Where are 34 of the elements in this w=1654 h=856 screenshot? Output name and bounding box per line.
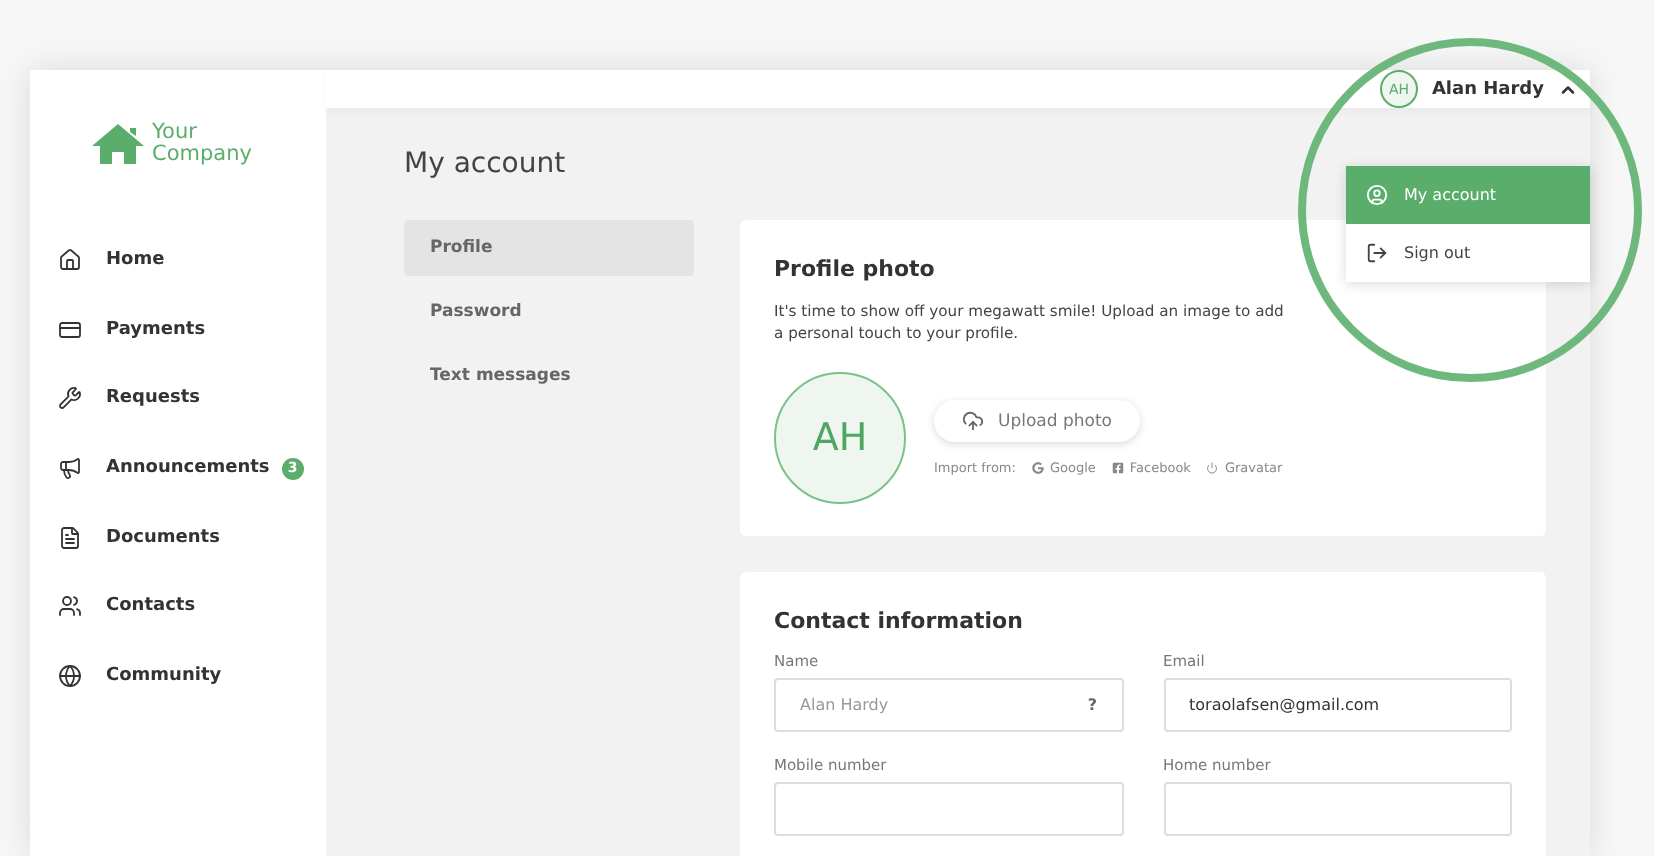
sidebar-item[interactable]: Home — [58, 226, 326, 296]
people-icon — [58, 594, 82, 619]
card-title: Contact information — [774, 608, 1023, 634]
upload-photo-button[interactable]: Upload photo — [934, 400, 1141, 442]
home-icon — [58, 248, 82, 273]
settings-tab[interactable]: Text messages — [404, 348, 694, 404]
settings-tab[interactable]: Profile — [404, 220, 694, 276]
megaphone-icon — [58, 456, 82, 481]
settings-tab[interactable]: Password — [404, 284, 694, 340]
card-title: Profile photo — [774, 256, 935, 282]
globe-icon — [58, 663, 82, 688]
company-logo-text: Your Company — [152, 122, 252, 166]
input-field[interactable] — [774, 782, 1123, 836]
sign-out-icon — [1366, 242, 1388, 264]
cloud-upload-icon — [962, 410, 984, 432]
sidebar-item[interactable]: Contacts — [58, 571, 326, 642]
sidebar-item[interactable]: Requests — [58, 364, 326, 434]
profile-avatar: AH — [774, 372, 906, 504]
wrench-icon — [58, 386, 82, 411]
facebook-f-icon — [1111, 462, 1124, 474]
house-logo-icon — [90, 122, 146, 166]
credit-card-icon — [58, 317, 82, 342]
document-icon — [58, 525, 82, 550]
power-icon — [1206, 462, 1219, 474]
sidebar-item[interactable]: Community — [58, 641, 326, 711]
sidebar-item[interactable]: Payments — [58, 295, 326, 365]
menu-item[interactable]: Sign out — [1346, 224, 1590, 282]
user-circle-icon — [1366, 184, 1388, 206]
page-title: My account — [404, 148, 566, 180]
google-g-icon — [1031, 462, 1044, 474]
user-name[interactable]: Alan Hardy — [1431, 79, 1544, 99]
input-field[interactable] — [1163, 782, 1512, 836]
input-field[interactable]: toraolafsen@gmail.com — [1163, 678, 1512, 732]
sidebar-item[interactable]: Documents — [58, 502, 326, 572]
